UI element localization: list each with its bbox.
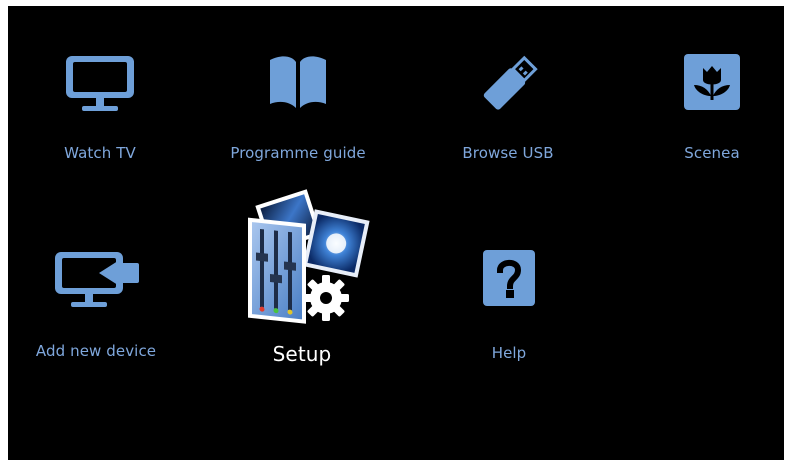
menu-item-programme-guide[interactable]: Programme guide [218, 50, 378, 162]
menu-item-scenea[interactable]: Scenea [662, 50, 762, 162]
menu-item-add-new-device[interactable]: Add new device [16, 246, 176, 360]
book-icon [270, 56, 326, 108]
menu-item-setup[interactable]: Setup [232, 186, 372, 366]
usb-stick-icon [483, 55, 538, 110]
menu-item-label: Programme guide [230, 144, 366, 162]
menu-item-label: Browse USB [462, 144, 554, 162]
menu-item-help[interactable]: Help [464, 248, 554, 362]
menu-item-label: Help [491, 344, 527, 362]
menu-item-label: Watch TV [64, 144, 136, 162]
menu-item-label: Scenea [684, 144, 740, 162]
add-device-icon [55, 252, 139, 307]
menu-item-label: Setup [272, 342, 332, 366]
menu-item-browse-usb[interactable]: Browse USB [448, 50, 568, 162]
menu-item-label: Add new device [35, 342, 157, 360]
setup-icon [248, 189, 370, 324]
home-menu-screen: Watch TV Programme guide Browse USB Scen… [8, 6, 784, 460]
menu-item-watch-tv[interactable]: Watch TV [30, 50, 170, 162]
tv-icon [66, 56, 134, 111]
gear-icon [303, 275, 349, 321]
flower-icon [684, 54, 740, 110]
help-icon [483, 250, 535, 306]
